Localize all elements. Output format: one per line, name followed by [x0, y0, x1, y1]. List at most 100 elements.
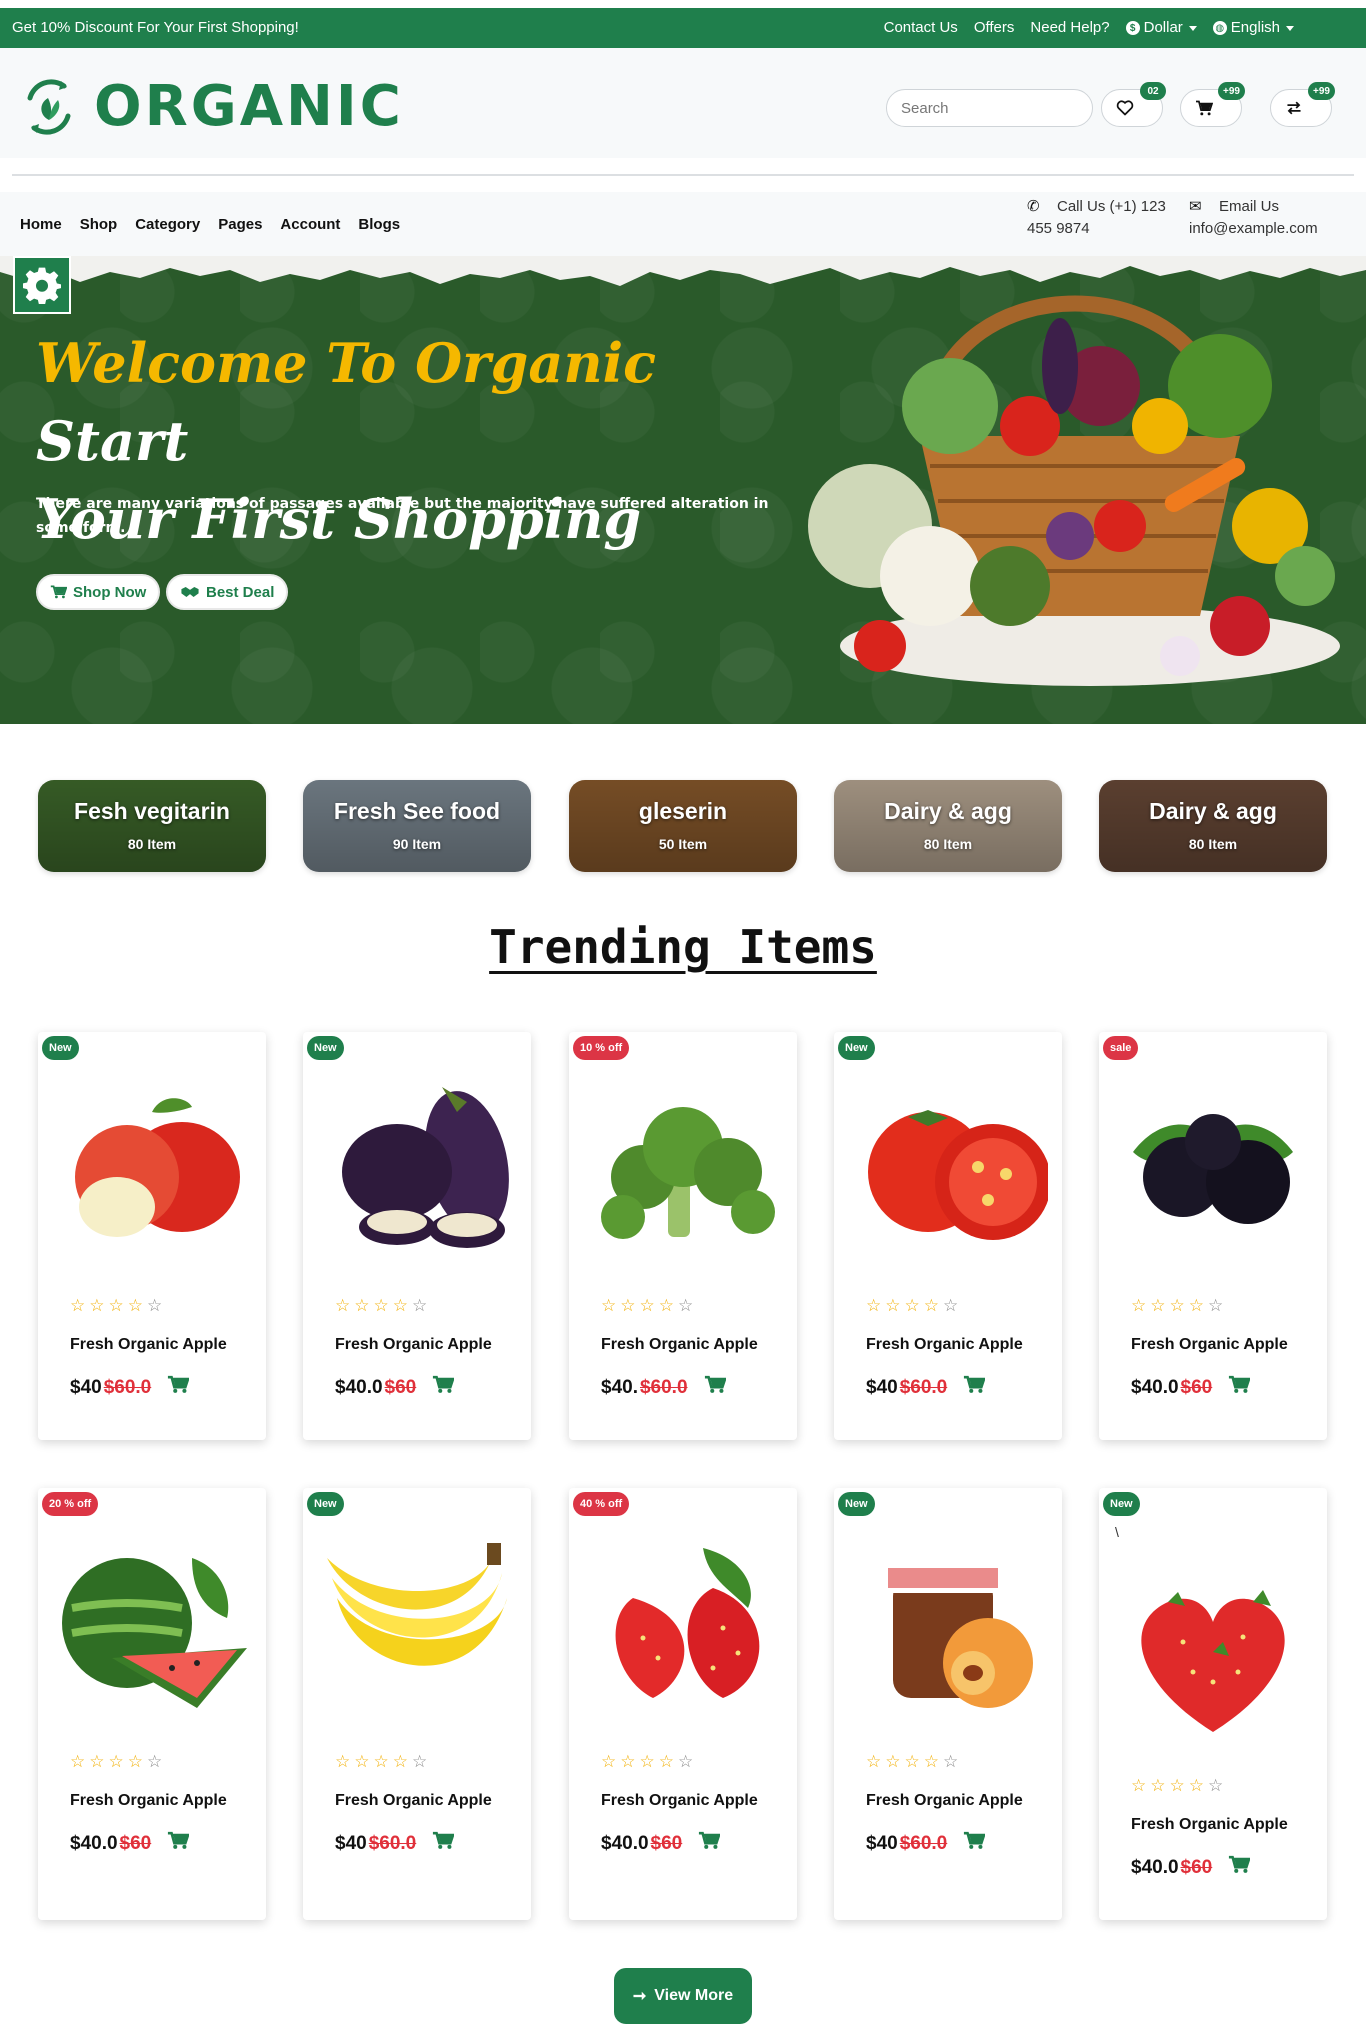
- product-image: [883, 1553, 1033, 1708]
- email-us-block[interactable]: ✉ Email Us info@example.com: [1189, 196, 1318, 240]
- rating-stars: ☆☆☆☆☆: [1131, 1296, 1228, 1315]
- product-name[interactable]: Fresh Organic Apple: [866, 1336, 1023, 1354]
- product-name[interactable]: Fresh Organic Apple: [601, 1336, 758, 1354]
- product-badge: New: [1103, 1492, 1140, 1516]
- swap-arrows-icon: [1287, 101, 1301, 115]
- product-name[interactable]: Fresh Organic Apple: [335, 1792, 492, 1810]
- language-dropdown[interactable]: ◍ English: [1212, 19, 1294, 36]
- category-card[interactable]: gleserin 50 Item: [569, 780, 797, 872]
- product-card[interactable]: New ☆☆☆☆☆ Fresh Organic Apple $40 $60.0: [834, 1032, 1062, 1440]
- add-to-cart-button[interactable]: [704, 1375, 727, 1400]
- product-card[interactable]: 20 % off ☆☆☆☆☆ Fresh Organic Apple $40.0 $60: [38, 1488, 266, 1920]
- old-price: $60.0: [899, 1376, 948, 1398]
- nav-item-home[interactable]: Home: [20, 216, 62, 233]
- email-label: Email Us: [1219, 198, 1280, 215]
- product-price: $40.0 $60: [601, 1831, 722, 1856]
- language-label: English: [1230, 19, 1280, 36]
- product-name[interactable]: Fresh Organic Apple: [335, 1336, 492, 1354]
- add-to-cart-icon: [1229, 1375, 1252, 1393]
- topbar-links: Contact Us Offers Need Help? $ Dollar ◍ En…: [884, 19, 1294, 36]
- product-name[interactable]: Fresh Organic Apple: [70, 1336, 227, 1354]
- rating-stars: ☆☆☆☆☆: [335, 1752, 432, 1771]
- best-deal-button[interactable]: Best Deal: [166, 574, 289, 610]
- add-to-cart-button[interactable]: [963, 1831, 987, 1856]
- add-to-cart-button[interactable]: [1228, 1375, 1252, 1400]
- add-to-cart-button[interactable]: [432, 1375, 456, 1400]
- rating-stars: ☆☆☆☆☆: [70, 1752, 167, 1771]
- shop-now-button[interactable]: Shop Now: [36, 574, 161, 610]
- add-to-cart-button[interactable]: [167, 1375, 191, 1400]
- category-card[interactable]: Dairy & agg 80 Item: [834, 780, 1062, 872]
- product-card[interactable]: sale ☆☆☆☆☆ Fresh Organic Apple $40.0 $60: [1099, 1032, 1327, 1440]
- product-image: [75, 1098, 240, 1237]
- nav-item-shop[interactable]: Shop: [80, 216, 118, 233]
- product-price: $40 $60.0: [866, 1375, 987, 1400]
- product-card[interactable]: New ☆☆☆☆☆ Fresh Organic Apple $40 $60.0: [834, 1488, 1062, 1920]
- category-card[interactable]: Fresh See food 90 Item: [303, 780, 531, 872]
- old-price: $60: [1180, 1856, 1213, 1878]
- nav-item-account[interactable]: Account: [280, 216, 340, 233]
- logo[interactable]: ORGANIC: [18, 76, 404, 138]
- product-name[interactable]: Fresh Organic Apple: [70, 1792, 227, 1810]
- product-name[interactable]: Fresh Organic Apple: [866, 1792, 1023, 1810]
- hero-description: There are many variations of passages av…: [36, 496, 769, 536]
- offers-link[interactable]: Offers: [974, 19, 1015, 36]
- product-card[interactable]: 40 % off ☆☆☆☆☆ Fresh Organic Apple $40.0 $60: [569, 1488, 797, 1920]
- add-to-cart-button[interactable]: [963, 1375, 987, 1400]
- old-price: $60.0: [103, 1376, 152, 1398]
- product-price: $40 $60.0: [335, 1831, 456, 1856]
- add-to-cart-icon: [1229, 1855, 1252, 1873]
- view-more-button[interactable]: ➞ View More: [614, 1968, 752, 2024]
- currency-dropdown[interactable]: $ Dollar: [1125, 19, 1197, 36]
- old-price: $60: [384, 1376, 417, 1398]
- settings-button[interactable]: [13, 256, 71, 314]
- product-card[interactable]: New ☆☆☆☆☆ Fresh Organic Apple $40 $60.0: [303, 1488, 531, 1920]
- nav-item-category[interactable]: Category: [135, 216, 200, 233]
- add-to-cart-button[interactable]: [698, 1831, 722, 1856]
- category-name: Fesh vegitarin: [74, 798, 230, 824]
- product-card[interactable]: New ☆☆☆☆☆ Fresh Organic Apple $40 $60.0: [38, 1032, 266, 1440]
- add-to-cart-icon: [168, 1831, 191, 1849]
- nav-item-pages[interactable]: Pages: [218, 216, 262, 233]
- product-image: [868, 1110, 1048, 1240]
- trending-title: Trending Items: [0, 920, 1366, 974]
- category-card[interactable]: Fesh vegitarin 80 Item: [38, 780, 266, 872]
- product-image: [62, 1558, 247, 1708]
- nav-item-blogs[interactable]: Blogs: [358, 216, 400, 233]
- product-name[interactable]: Fresh Organic Apple: [1131, 1336, 1288, 1354]
- chevron-down-icon: [1188, 25, 1197, 31]
- rating-stars: ☆☆☆☆☆: [1131, 1776, 1228, 1795]
- add-to-cart-icon: [704, 1375, 727, 1393]
- nav-row: Home Shop Category Pages Account Blogs ✆…: [0, 192, 1366, 256]
- product-image: [615, 1548, 760, 1698]
- header-divider: [12, 174, 1354, 176]
- category-name: gleserin: [638, 798, 728, 824]
- product-name[interactable]: Fresh Organic Apple: [601, 1792, 758, 1810]
- wishlist-button[interactable]: 02: [1101, 82, 1166, 127]
- product-card[interactable]: New \ ☆☆☆☆☆ Fresh Organic Apple $40.0 $60: [1099, 1488, 1327, 1920]
- add-to-cart-button[interactable]: [167, 1831, 191, 1856]
- add-to-cart-button[interactable]: [432, 1831, 456, 1856]
- contact-us-link[interactable]: Contact Us: [884, 19, 958, 36]
- rating-stars: ☆☆☆☆☆: [601, 1296, 698, 1315]
- envelope-icon: ✉: [1189, 198, 1202, 215]
- currency-label: Dollar: [1143, 19, 1183, 36]
- rating-stars: ☆☆☆☆☆: [866, 1296, 963, 1315]
- cart-button[interactable]: +99: [1180, 82, 1245, 127]
- product-card[interactable]: 10 % off ☆☆☆☆☆ Fresh Organic Apple $40. $60.…: [569, 1032, 797, 1440]
- compare-button[interactable]: +99: [1270, 82, 1335, 127]
- old-price: $60: [119, 1832, 152, 1854]
- product-image: [1141, 1590, 1285, 1732]
- call-us-block[interactable]: ✆ Call Us (+1) 123 455 9874: [1027, 196, 1166, 240]
- add-to-cart-button[interactable]: [1228, 1855, 1252, 1880]
- category-image: [303, 780, 531, 872]
- category-card[interactable]: Dairy & agg 80 Item: [1099, 780, 1327, 872]
- search-input[interactable]: [886, 89, 1093, 127]
- site-header: ORGANIC 02 +99 +99: [0, 48, 1366, 158]
- category-name: Dairy & agg: [884, 798, 1012, 824]
- need-help-link[interactable]: Need Help?: [1030, 19, 1109, 36]
- product-name[interactable]: Fresh Organic Apple: [1131, 1816, 1288, 1834]
- product-card[interactable]: New ☆☆☆☆☆ Fresh Organic Apple $40.0 $60: [303, 1032, 531, 1440]
- old-price: $60: [650, 1832, 683, 1854]
- product-image: [327, 1543, 507, 1666]
